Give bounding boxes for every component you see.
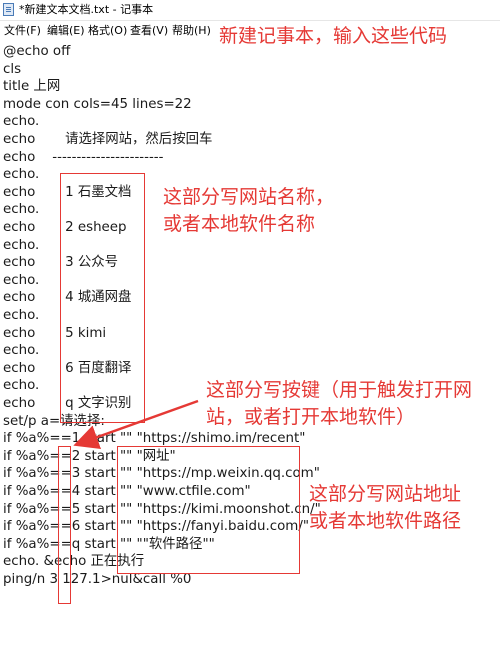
title-bar: *新建文本文档.txt - 记事本	[0, 0, 500, 21]
code-line: echo.	[3, 167, 40, 183]
code-line: echo -----------------------	[3, 149, 164, 165]
menu-format[interactable]: 格式(O)	[88, 24, 127, 37]
code-line: echo 请选择网站，然后按回车	[3, 132, 213, 147]
names-note-line2: 或者本地软件名称	[163, 213, 316, 235]
code-line: @echo off	[3, 44, 71, 59]
code-line: echo.	[3, 202, 40, 218]
urls-highlight-box	[117, 446, 300, 574]
notepad-icon	[3, 3, 14, 16]
menu-view[interactable]: 查看(V)	[130, 24, 168, 37]
urls-note-line1: 这部分写网站地址	[309, 483, 462, 505]
code-line: echo.	[3, 378, 40, 394]
code-line: title 上网	[3, 79, 61, 95]
window-title: *新建文本文档.txt - 记事本	[19, 3, 154, 16]
code-line: mode con cols=45 lines=22	[3, 96, 192, 112]
hotkeys-highlight-box	[58, 446, 71, 604]
menu-help[interactable]: 帮助(H)	[172, 24, 211, 37]
code-line: echo.	[3, 343, 40, 359]
keys-note-line1: 这部分写按键（用于触发打开网	[206, 379, 473, 401]
top-note-text: 新建记事本，输入这些代码	[219, 25, 448, 47]
menu-file[interactable]: 文件(F)	[4, 24, 41, 37]
menu-edit[interactable]: 编辑(E)	[47, 24, 85, 37]
code-line: echo.	[3, 237, 40, 253]
urls-note-line2: 或者本地软件路径	[309, 510, 462, 532]
names-note-line1: 这部分写网站名称，	[163, 186, 335, 208]
code-line: echo.	[3, 114, 40, 130]
site-names-highlight-box	[60, 173, 145, 423]
code-line: echo.	[3, 308, 40, 323]
keys-note-line2: 站，或者打开本地软件）	[206, 406, 416, 428]
code-line: if %a%==1 start "" "https://shimo.im/rec…	[3, 431, 306, 447]
code-line: cls	[3, 61, 22, 77]
code-line: echo.	[3, 272, 40, 288]
